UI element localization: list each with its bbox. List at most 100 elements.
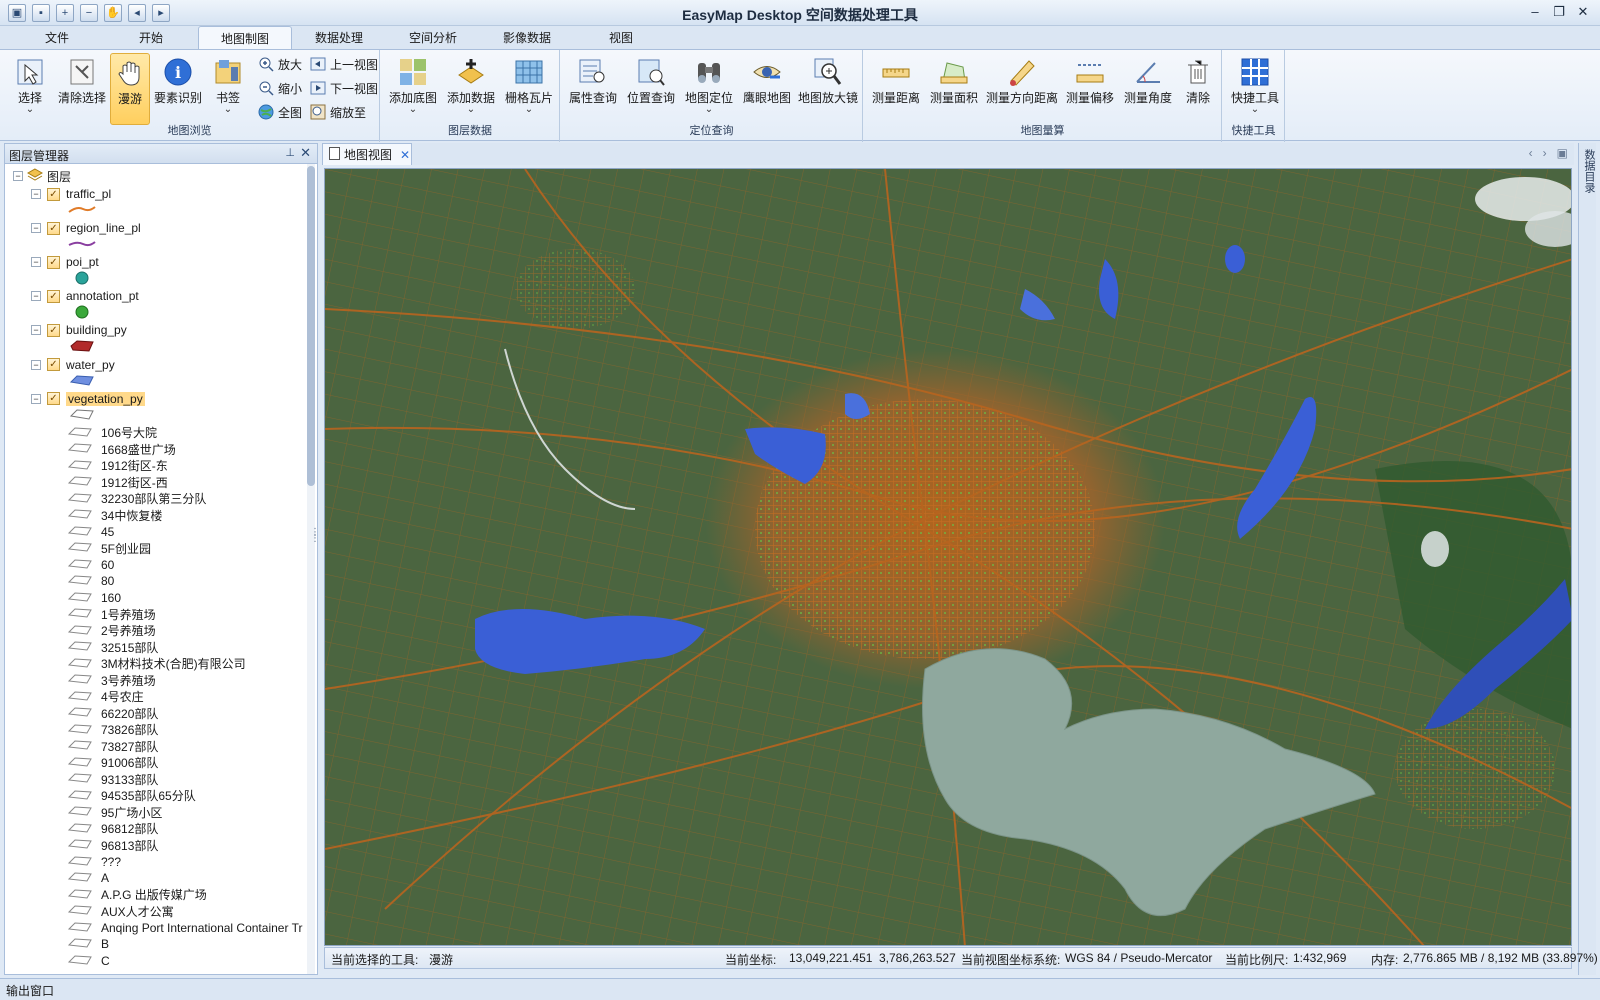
layer-tree-scrollbar[interactable] bbox=[307, 164, 315, 974]
vegetation-item[interactable]: 94535部队65分队 bbox=[67, 788, 196, 804]
zoom-to-button[interactable]: 缩放至 bbox=[310, 102, 366, 122]
data-catalog-strip[interactable]: 数据目录 bbox=[1578, 143, 1596, 975]
collapse-icon[interactable]: − bbox=[31, 359, 41, 370]
map-canvas[interactable] bbox=[324, 168, 1572, 946]
identify-button[interactable]: i 要素识别 bbox=[152, 53, 204, 125]
tree-root[interactable]: − 图层 bbox=[13, 167, 71, 184]
quick-tools-button[interactable]: 快捷工具 ⌄ bbox=[1227, 53, 1283, 125]
collapse-icon[interactable]: − bbox=[31, 291, 41, 302]
map-locate-button[interactable]: 地图定位 ⌄ bbox=[681, 53, 737, 125]
vegetation-item[interactable]: 160 bbox=[67, 590, 121, 606]
vegetation-item[interactable]: 34中恢复楼 bbox=[67, 507, 162, 523]
layer-visibility-checkbox[interactable]: ✓ bbox=[47, 392, 60, 406]
vegetation-item[interactable]: B bbox=[67, 936, 109, 952]
minimize-icon[interactable]: – bbox=[1526, 3, 1544, 21]
close-tab-icon[interactable]: ✕ bbox=[400, 148, 410, 162]
layer-row-annotation_pt[interactable]: − ✓ annotation_pt bbox=[31, 288, 139, 304]
collapse-icon[interactable]: − bbox=[13, 171, 23, 181]
vegetation-item[interactable]: A.P.G 出版传媒广场 bbox=[67, 887, 207, 903]
prev-view-button[interactable]: 上一视图 bbox=[310, 54, 378, 74]
vegetation-item[interactable]: 1号养殖场 bbox=[67, 606, 156, 622]
measure-angle-button[interactable]: 测量角度 bbox=[1120, 53, 1176, 125]
eagle-eye-button[interactable]: 鹰眼地图 bbox=[739, 53, 795, 125]
chevron-right-icon[interactable]: › bbox=[1543, 146, 1547, 160]
layer-row-region_line_pl[interactable]: − ✓ region_line_pl bbox=[31, 220, 141, 236]
measure-distance-button[interactable]: 测量距离 bbox=[868, 53, 924, 125]
vegetation-item[interactable]: 2号养殖场 bbox=[67, 623, 156, 639]
vegetation-item[interactable]: 73827部队 bbox=[67, 738, 158, 754]
bookmark-button[interactable]: 书签 ⌄ bbox=[206, 53, 250, 125]
layer-visibility-checkbox[interactable]: ✓ bbox=[47, 255, 60, 269]
measure-area-button[interactable]: 测量面积 bbox=[926, 53, 982, 125]
add-data-button[interactable]: 添加数据 ⌄ bbox=[443, 53, 499, 125]
vegetation-item[interactable]: AUX人才公寓 bbox=[67, 903, 174, 919]
layer-row-water_py[interactable]: − ✓ water_py bbox=[31, 357, 115, 373]
measure-offset-button[interactable]: 测量偏移 bbox=[1062, 53, 1118, 125]
vegetation-item[interactable]: 91006部队 bbox=[67, 755, 158, 771]
tab-imagery[interactable]: 影像数据 bbox=[480, 26, 574, 50]
layer-row-traffic_pl[interactable]: − ✓ traffic_pl bbox=[31, 186, 111, 202]
vegetation-item[interactable]: 3M材料技术(合肥)有限公司 bbox=[67, 656, 246, 672]
select-button[interactable]: 选择 ⌄ bbox=[4, 53, 56, 125]
measure-bearing-button[interactable]: 测量方向距离 bbox=[984, 53, 1060, 125]
layer-visibility-checkbox[interactable]: ✓ bbox=[47, 187, 60, 201]
location-query-button[interactable]: 位置查询 bbox=[623, 53, 679, 125]
output-window-bar[interactable]: 输出窗口 bbox=[0, 978, 1600, 1000]
collapse-icon[interactable]: − bbox=[31, 223, 41, 234]
window-list-icon[interactable]: ▣ bbox=[1557, 146, 1568, 160]
attribute-query-button[interactable]: 属性查询 bbox=[565, 53, 621, 125]
satellite-map-image[interactable] bbox=[325, 169, 1572, 946]
close-icon[interactable]: ✕ bbox=[300, 145, 311, 161]
tab-view[interactable]: 视图 bbox=[574, 26, 668, 50]
vegetation-item[interactable]: 4号农庄 bbox=[67, 689, 144, 705]
vegetation-item[interactable]: 96812部队 bbox=[67, 821, 158, 837]
clear-measure-button[interactable]: 清除 bbox=[1178, 53, 1218, 125]
pin-icon[interactable]: ⊥ bbox=[285, 146, 295, 159]
layer-row-building_py[interactable]: − ✓ building_py bbox=[31, 322, 127, 338]
collapse-icon[interactable]: − bbox=[31, 325, 41, 336]
tab-start[interactable]: 开始 bbox=[104, 26, 198, 50]
collapse-icon[interactable]: − bbox=[31, 189, 41, 199]
vegetation-item[interactable]: 93133部队 bbox=[67, 771, 158, 787]
scrollbar-thumb[interactable] bbox=[307, 166, 315, 486]
tab-map-making[interactable]: 地图制图 bbox=[198, 26, 292, 50]
vegetation-item[interactable]: 3号养殖场 bbox=[67, 672, 156, 688]
vegetation-item[interactable]: 1912街区-西 bbox=[67, 474, 168, 490]
clear-selection-button[interactable]: 清除选择 bbox=[56, 53, 108, 125]
layer-row-poi_pt[interactable]: − ✓ poi_pt bbox=[31, 254, 99, 270]
collapse-icon[interactable]: − bbox=[31, 257, 41, 268]
vegetation-item[interactable]: 66220部队 bbox=[67, 705, 158, 721]
vegetation-item[interactable]: 73826部队 bbox=[67, 722, 158, 738]
vegetation-item[interactable]: 32515部队 bbox=[67, 639, 158, 655]
magnifier-button[interactable]: 地图放大镜 bbox=[797, 53, 859, 125]
vegetation-item[interactable]: 60 bbox=[67, 557, 114, 573]
tab-file[interactable]: 文件 bbox=[10, 26, 104, 50]
vegetation-item[interactable]: C bbox=[67, 953, 110, 969]
vegetation-item[interactable]: ??? bbox=[67, 854, 121, 870]
tab-map-view[interactable]: 地图视图 ✕ bbox=[322, 143, 412, 165]
vegetation-item[interactable]: 1912街区-东 bbox=[67, 458, 168, 474]
vegetation-item[interactable]: 96813部队 bbox=[67, 837, 158, 853]
panel-splitter[interactable]: ⋮⋮ bbox=[310, 528, 320, 560]
zoom-out-button[interactable]: 缩小 bbox=[258, 78, 302, 98]
collapse-icon[interactable]: − bbox=[31, 393, 41, 404]
layer-visibility-checkbox[interactable]: ✓ bbox=[47, 323, 60, 337]
vegetation-item[interactable]: 95广场小区 bbox=[67, 804, 162, 820]
full-extent-button[interactable]: 全图 bbox=[258, 102, 302, 122]
layer-visibility-checkbox[interactable]: ✓ bbox=[47, 221, 60, 235]
vegetation-item[interactable]: 45 bbox=[67, 524, 114, 540]
vegetation-item[interactable]: 5F创业园 bbox=[67, 540, 151, 556]
vegetation-item[interactable]: 106号大院 bbox=[67, 425, 157, 441]
close-icon[interactable]: ✕ bbox=[1574, 3, 1592, 21]
layer-row-vegetation_py[interactable]: − ✓ vegetation_py bbox=[31, 391, 145, 407]
vegetation-item[interactable]: 1668盛世广场 bbox=[67, 441, 176, 457]
restore-icon[interactable]: ❐ bbox=[1550, 3, 1568, 21]
layer-visibility-checkbox[interactable]: ✓ bbox=[47, 289, 60, 303]
tab-data-processing[interactable]: 数据处理 bbox=[292, 26, 386, 50]
zoom-in-button[interactable]: 放大 bbox=[258, 54, 302, 74]
pan-tool-button[interactable]: 漫游 bbox=[110, 53, 150, 125]
vegetation-item[interactable]: A bbox=[67, 870, 109, 886]
chevron-left-icon[interactable]: ‹ bbox=[1529, 146, 1533, 160]
raster-tiles-button[interactable]: 栅格瓦片 ⌄ bbox=[501, 53, 557, 125]
vegetation-item[interactable]: 32230部队第三分队 bbox=[67, 491, 206, 507]
